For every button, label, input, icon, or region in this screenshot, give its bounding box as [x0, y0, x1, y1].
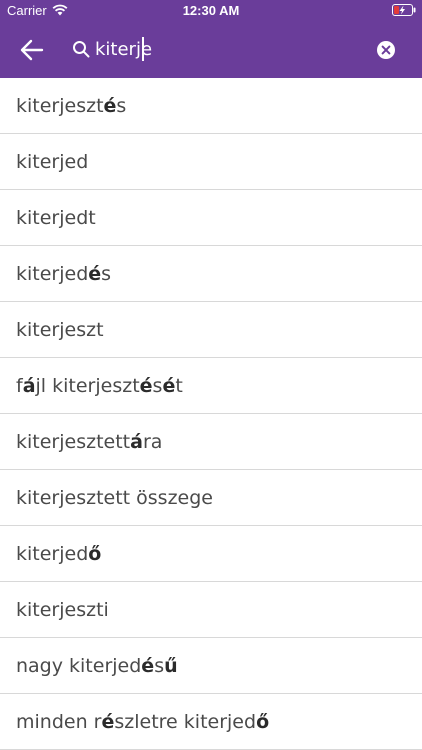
suggestion-row[interactable]: f á jl kiterjeszt é s é t	[0, 358, 422, 414]
suggestion-highlight: á	[22, 374, 36, 397]
suggestion-text: kiterjedt	[16, 206, 96, 229]
back-arrow-icon[interactable]	[18, 36, 46, 64]
battery-charging-icon	[392, 4, 416, 16]
suggestion-highlight: á	[130, 430, 143, 453]
suggestion-text: kiterjed	[16, 150, 89, 173]
suggestion-highlight: é	[162, 374, 176, 397]
suggestion-highlight: é	[88, 262, 102, 285]
suggestion-row[interactable]: kiterjesztett á ra	[0, 414, 422, 470]
suggestion-text: kiterjesztett	[16, 430, 131, 453]
search-bar	[0, 22, 422, 78]
suggestion-highlight: é	[101, 710, 115, 733]
suggestion-text: minden r	[16, 710, 102, 733]
suggestion-text: kiterjeszti	[16, 598, 109, 621]
suggestion-highlight: ű	[164, 654, 178, 677]
suggestion-highlight: é	[139, 374, 153, 397]
suggestion-text: kiterjed	[16, 262, 89, 285]
suggestion-text: kiterjed	[16, 542, 89, 565]
suggestion-row[interactable]: kiterjeszti	[0, 582, 422, 638]
suggestion-row[interactable]: kiterjed é s	[0, 246, 422, 302]
suggestion-text: nagy kiterjed	[16, 654, 142, 677]
suggestion-row[interactable]: kiterjed ő	[0, 526, 422, 582]
suggestion-row[interactable]: kiterjeszt	[0, 302, 422, 358]
suggestion-text: jl kiterjeszt	[35, 374, 140, 397]
suggestion-text: s	[116, 94, 127, 117]
suggestion-text: kiterjeszt	[16, 94, 104, 117]
suggestion-highlight: ő	[88, 542, 102, 565]
suggestion-text: szletre kiterjed	[114, 710, 257, 733]
suggestion-text: s	[101, 262, 112, 285]
suggestion-highlight: ő	[256, 710, 270, 733]
suggestion-text: s	[154, 654, 165, 677]
suggestion-text: f	[16, 374, 23, 397]
status-time: 12:30 AM	[182, 3, 240, 18]
suggestion-highlight: é	[103, 94, 117, 117]
suggestion-row[interactable]: kiterjesztett összege	[0, 470, 422, 526]
suggestion-highlight: é	[141, 654, 155, 677]
suggestion-list: kiterjeszt é s kiterjed kiterjedt kiterjed é s k…	[0, 78, 422, 750]
suggestion-text: ra	[142, 430, 163, 453]
suggestion-row[interactable]: kiterjedt	[0, 190, 422, 246]
suggestion-text: kiterjesztett összege	[16, 486, 213, 509]
status-bar: Carrier 12:30 AM	[0, 0, 422, 22]
suggestion-row[interactable]: kiterjed	[0, 134, 422, 190]
suggestion-row[interactable]: nagy kiterjed é s ű	[0, 638, 422, 694]
suggestion-text: t	[175, 374, 183, 397]
search-input[interactable]	[95, 34, 345, 64]
suggestion-row[interactable]: minden r é szletre kiterjed ő	[0, 694, 422, 750]
suggestion-text: kiterjeszt	[16, 318, 104, 341]
text-caret	[142, 37, 144, 61]
suggestion-row[interactable]: kiterjeszt é s	[0, 78, 422, 134]
search-icon	[73, 41, 90, 58]
clear-search-icon[interactable]	[376, 40, 396, 60]
suggestion-text: s	[152, 374, 163, 397]
